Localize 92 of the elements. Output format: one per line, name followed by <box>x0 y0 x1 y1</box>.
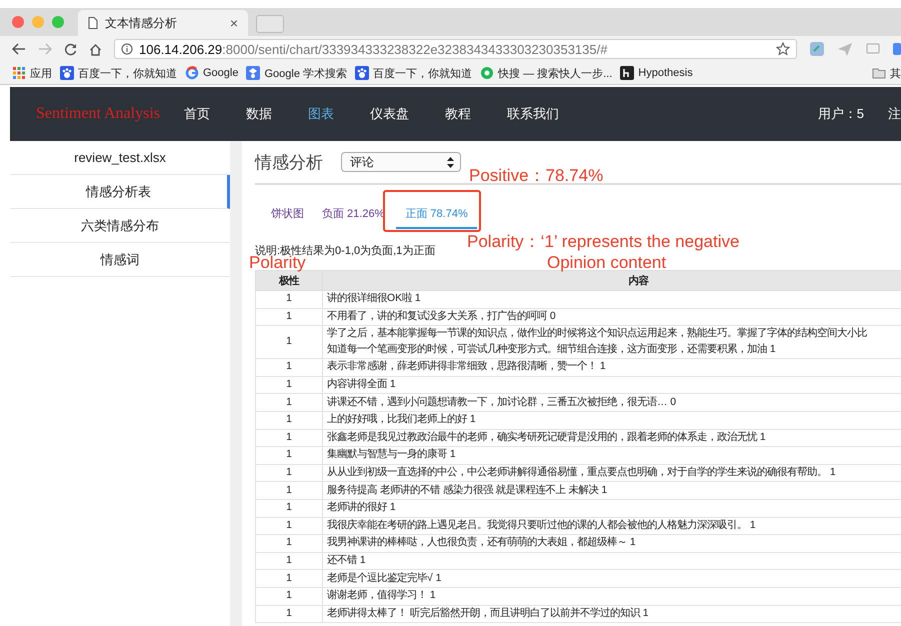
table-cell: 我很庆幸能在考研的路上遇见老吕。我觉得只要听过他的课的人都会被他的人格魅力深深吸引。 1 <box>322 517 901 535</box>
nav-link[interactable]: 教程 <box>445 105 471 123</box>
table-cell: 我男神课讲的棒棒哒，人也很负责，还有萌萌的大表姐，都超级棒～ 1 <box>322 534 901 552</box>
bookmark[interactable]: 百度一下，你就知道 <box>355 66 472 80</box>
tab[interactable]: 饼状图 <box>265 198 310 228</box>
address-field[interactable]: 106.14.206.29:8000/senti/chart/333934333238322e3238343433303230353135/# <box>114 39 797 59</box>
window-control-icon[interactable] <box>12 16 24 28</box>
window-control-icon[interactable] <box>52 16 64 28</box>
nav-link[interactable]: 图表 <box>308 105 334 123</box>
back-icon[interactable] <box>12 43 26 55</box>
bookmark[interactable]: Google 学术搜索 <box>246 66 348 80</box>
table-cell: 1 <box>256 482 322 500</box>
bookmark[interactable]: 快搜 — 搜索快人一步... <box>480 66 612 80</box>
table-cell: 老师讲得太棒了！ 听完后豁然开朗，而且讲明白了以前并不学过的知识 1 <box>322 605 901 623</box>
table-cell: 1 <box>256 552 322 570</box>
apps-icon <box>12 66 26 80</box>
extension-icon[interactable] <box>893 41 901 57</box>
table-cell: 1 <box>256 570 322 588</box>
nav-link[interactable]: 首页 <box>184 105 210 123</box>
page-title: 情感分析 <box>255 152 323 174</box>
table-cell: 内容讲得全面 1 <box>322 376 901 394</box>
g-icon <box>185 66 199 80</box>
close-icon[interactable]: × <box>230 15 238 31</box>
tab-title: 文本情感分析 <box>105 14 178 32</box>
bookmark[interactable]: 其 <box>872 66 901 80</box>
table-cell: 1 <box>256 326 322 359</box>
table-cell: 1 <box>256 605 322 623</box>
select-value: 评论 <box>350 154 374 170</box>
table-cell: 1 <box>256 376 322 394</box>
user-label: 用户：5 <box>818 105 864 123</box>
paw-icon <box>355 66 370 80</box>
table-cell: 1 <box>256 411 322 430</box>
table-cell: 表示非常感谢，薛老师讲得非常细致，思路很清晰，赞一个！ 1 <box>322 358 901 376</box>
table-cell: 老师是个逗比鉴定完毕√ 1 <box>322 570 901 588</box>
table-cell: 还不错 1 <box>322 552 901 570</box>
reload-icon[interactable] <box>64 42 77 56</box>
bookmark[interactable]: Hypothesis <box>620 66 693 80</box>
table-cell: 从从业到初级一直选择的中公，中公老师讲解得通俗易懂，重点要点也明确，对于自学的学生来说的确很有帮助。 1 <box>322 464 901 482</box>
column-header: 极性 <box>256 270 322 290</box>
scholar-icon <box>246 66 260 80</box>
paw-icon <box>60 66 74 80</box>
bookmark[interactable]: 百度一下，你就知道 <box>60 66 177 80</box>
home-icon[interactable] <box>89 42 102 56</box>
browser-tab[interactable]: 文本情感分析 × <box>78 10 248 36</box>
url-path: :8000/senti/chart/333934333238322e3238343433303230353135/# <box>222 42 608 56</box>
table-cell: 不用看了，讲的和复试没多大关系，打广告的呵呵 0 <box>322 308 901 326</box>
bookmark[interactable]: 应用 <box>12 66 52 80</box>
table-cell: 1 <box>256 290 322 308</box>
table-cell: 1 <box>256 464 322 482</box>
nav-link[interactable]: 联系我们 <box>507 105 559 123</box>
new-tab-button[interactable] <box>256 15 284 33</box>
table-cell: 1 <box>256 534 322 552</box>
star-icon[interactable] <box>776 42 790 56</box>
tab[interactable]: 负面 21.26% <box>316 198 390 228</box>
column-header: 内容 <box>322 270 901 290</box>
table-cell: 老师讲的很好 1 <box>322 499 901 518</box>
table-cell-line: 学了之后，基本能掌握每一节课的知识点，做作业的时候将这个知识点运用起来，熟能生巧。掌握了字体的结构空间大小比 <box>327 326 868 342</box>
table-cell: 谢谢老师，值得学习！ 1 <box>322 587 901 605</box>
table-cell: 1 <box>256 499 322 518</box>
table-cell: 1 <box>256 429 322 447</box>
table-cell: 1 <box>256 446 322 464</box>
nav-link[interactable]: 数据 <box>246 105 272 123</box>
annotation-text: Polarity：‘1’ represents the negative <box>467 231 740 253</box>
logout-link[interactable]: 注 <box>888 105 901 123</box>
url-host: 106.14.206.29 <box>139 42 222 56</box>
table-cell: 1 <box>256 587 322 605</box>
table-cell: 集幽默与智慧与一身的康哥 1 <box>322 446 901 464</box>
extension-icon[interactable] <box>837 41 853 57</box>
annotation-text: Positive：78.74% <box>469 165 604 187</box>
table-cell-line: 知道每一个笔画变形的时候，可尝试几种变形方式。细节组合连接，这方面变形，还需要积累，加油 1 <box>327 342 777 358</box>
table-cell: 讲的很详细很OK啦 1 <box>322 290 901 308</box>
table-cell: 1 <box>256 394 322 412</box>
nav-link[interactable]: 仪表盘 <box>370 105 409 123</box>
annotation-text: Opinion content <box>547 253 666 273</box>
table-cell: 张鑫老师是我见过教政治最牛的老师，确实考研死记硬背是没用的，跟着老师的体系走，政治无忧 1 <box>322 429 901 447</box>
table-cell: 1 <box>256 308 322 326</box>
table-cell: 服务待提高 老师讲的不错 感染力很强 就是课程连不上 未解决 1 <box>322 482 901 500</box>
extension-icon[interactable] <box>809 41 825 57</box>
table-cell: 1 <box>256 358 322 376</box>
folder-icon <box>872 66 886 80</box>
table-cell: 讲课还不错，遇到小问题想请教一下，加讨论群，三番五次被拒绝，很无语… 0 <box>322 394 901 412</box>
bookmark[interactable]: Google <box>185 66 238 80</box>
select-field[interactable]: 评论 <box>341 152 461 172</box>
page-icon[interactable] <box>88 17 98 29</box>
info-icon[interactable] <box>121 43 133 55</box>
forward-icon[interactable] <box>38 43 52 55</box>
note-text: 说明:极性结果为0-1,0为负面,1为正面 <box>255 244 436 257</box>
circle-icon <box>480 66 494 80</box>
updown-icon[interactable] <box>447 156 454 168</box>
h-icon <box>620 66 634 80</box>
table-cell: 1 <box>256 517 322 535</box>
table-cell: 上的好好哦，比我们老师上的好 1 <box>322 411 901 430</box>
